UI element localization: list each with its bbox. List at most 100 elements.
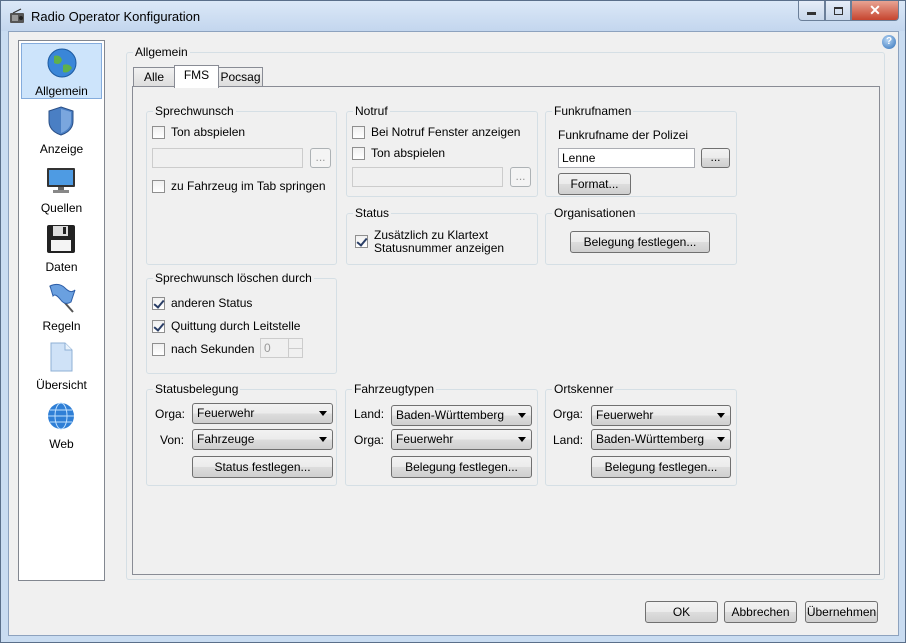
organisationen-title: Organisationen xyxy=(552,206,638,220)
checkbox-box[interactable] xyxy=(352,146,365,160)
chevron-down-icon xyxy=(518,413,526,418)
fahrzeugtypen-land-select[interactable]: Baden-Württemberg xyxy=(391,405,532,426)
land-label: Land: xyxy=(354,407,385,421)
sidebar-item-web[interactable]: Web xyxy=(21,397,102,453)
sidebar-item-label: Web xyxy=(49,437,74,451)
ortskenner-belegung-button[interactable]: Belegung festlegen... xyxy=(591,456,731,478)
ton-abspielen-checkbox[interactable]: Ton abspielen xyxy=(152,125,245,139)
sidebar-item-anzeige[interactable]: Anzeige xyxy=(21,102,102,158)
help-icon[interactable]: ? xyxy=(882,35,896,49)
close-button[interactable]: ✕ xyxy=(851,1,899,21)
config-window: Radio Operator Konfiguration ✕ ? Allgeme… xyxy=(0,0,906,643)
statusbelegung-von-select[interactable]: Fahrzeuge xyxy=(192,429,333,450)
fahrzeugtypen-orga-select[interactable]: Feuerwehr xyxy=(391,429,532,450)
statusbelegung-orga-select[interactable]: Feuerwehr xyxy=(192,403,333,424)
ok-button[interactable]: OK xyxy=(645,601,718,623)
fahrzeug-springen-checkbox[interactable]: zu Fahrzeug im Tab springen xyxy=(152,179,326,193)
tab-pocsag[interactable]: Pocsag xyxy=(218,67,263,87)
checkbox-box[interactable] xyxy=(152,319,165,333)
orga-label: Orga: xyxy=(553,407,584,421)
checkbox-box[interactable] xyxy=(152,179,165,193)
flag-icon xyxy=(49,283,76,313)
maximize-icon xyxy=(833,6,843,15)
checkbox-label: Zusätzlich zu Klartext Statusnummer anze… xyxy=(374,229,504,255)
spin-down-icon xyxy=(288,348,302,357)
document-icon xyxy=(50,342,73,372)
radio-app-icon xyxy=(10,8,24,23)
status-festlegen-button[interactable]: Status festlegen... xyxy=(192,456,333,478)
sidebar-item-label: Quellen xyxy=(40,201,83,215)
funkrufname-polizei-label: Funkrufname der Polizei xyxy=(558,128,689,142)
select-value: Feuerwehr xyxy=(596,408,654,422)
checkbox-box[interactable] xyxy=(152,342,165,356)
checkbox-box[interactable] xyxy=(152,296,165,310)
ortskenner-orga-select[interactable]: Feuerwehr xyxy=(591,405,731,426)
browse-sound-button: ... xyxy=(310,148,331,168)
quittung-checkbox[interactable]: Quittung durch Leitstelle xyxy=(152,319,300,333)
chevron-down-icon xyxy=(518,437,526,442)
window-title: Radio Operator Konfiguration xyxy=(31,9,201,24)
minimize-icon xyxy=(807,12,816,15)
chevron-down-icon xyxy=(717,437,725,442)
organisationen-belegung-button[interactable]: Belegung festlegen... xyxy=(570,231,710,253)
select-value: Feuerwehr xyxy=(197,406,255,420)
funkrufname-browse-button[interactable]: ... xyxy=(701,148,730,168)
format-button[interactable]: Format... xyxy=(558,173,631,195)
title-bar[interactable]: Radio Operator Konfiguration ✕ xyxy=(1,1,905,31)
sidebar-item-uebersicht[interactable]: Übersicht xyxy=(21,338,102,394)
maximize-button[interactable] xyxy=(825,1,851,21)
fahrzeugtypen-belegung-button[interactable]: Belegung festlegen... xyxy=(391,456,532,478)
sidebar-item-label: Regeln xyxy=(42,319,81,333)
monitor-icon xyxy=(47,168,75,193)
browse-notruf-sound-button: ... xyxy=(510,167,531,187)
funkrufname-input[interactable]: Lenne xyxy=(558,148,695,168)
spin-up-icon xyxy=(288,339,302,348)
sidebar-item-daten[interactable]: Daten xyxy=(21,220,102,276)
checkbox-label-line: Statusnummer anzeigen xyxy=(374,241,505,255)
web-globe-icon xyxy=(48,402,74,430)
ortskenner-land-select[interactable]: Baden-Württemberg xyxy=(591,429,731,450)
notruf-group: Notruf Bei Notruf Fenster anzeigen Ton a… xyxy=(346,104,538,197)
checkbox-box[interactable] xyxy=(152,125,165,139)
globe-icon xyxy=(47,48,77,78)
sidebar-item-allgemein[interactable]: Allgemein xyxy=(21,43,102,99)
shield-icon xyxy=(48,106,74,136)
sprechwunsch-title: Sprechwunsch xyxy=(153,104,236,118)
notruf-ton-checkbox[interactable]: Ton abspielen xyxy=(352,146,445,160)
client-area: ? Allgemein Anzeige Quellen Daten Regeln… xyxy=(8,31,899,636)
von-label: Von: xyxy=(160,433,185,447)
funkrufnamen-group: Funkrufnamen Funkrufname der Polizei Len… xyxy=(545,104,737,197)
loeschen-group: Sprechwunsch löschen durch anderen Statu… xyxy=(146,271,337,374)
cancel-button[interactable]: Abbrechen xyxy=(724,601,797,623)
checkbox-box[interactable] xyxy=(352,125,365,139)
apply-button[interactable]: Übernehmen xyxy=(805,601,878,623)
minimize-button[interactable] xyxy=(798,1,825,21)
funkrufnamen-title: Funkrufnamen xyxy=(552,104,634,118)
statusbelegung-group: Statusbelegung Orga: Feuerwehr Von: Fahr… xyxy=(146,382,337,486)
checkbox-label: Bei Notruf Fenster anzeigen xyxy=(371,125,521,139)
organisationen-group: Organisationen Belegung festlegen... xyxy=(545,206,737,265)
select-value: Baden-Württemberg xyxy=(396,408,505,422)
sidebar-item-label: Anzeige xyxy=(39,142,84,156)
tab-fms[interactable]: FMS xyxy=(174,65,219,88)
close-icon: ✕ xyxy=(869,2,881,18)
checkbox-box[interactable] xyxy=(355,235,368,248)
status-group: Status Zusätzlich zu Klartext Statusnumm… xyxy=(346,206,538,265)
nach-sekunden-checkbox[interactable]: nach Sekunden xyxy=(152,342,254,356)
anderen-status-checkbox[interactable]: anderen Status xyxy=(152,296,252,310)
fahrzeugtypen-title: Fahrzeugtypen xyxy=(352,382,437,396)
statusnummer-checkbox[interactable]: Zusätzlich zu Klartext Statusnummer anze… xyxy=(355,229,504,255)
sidebar-item-quellen[interactable]: Quellen xyxy=(21,161,102,217)
tab-alle[interactable]: Alle xyxy=(133,67,175,87)
sidebar-item-regeln[interactable]: Regeln xyxy=(21,279,102,335)
ortskenner-title: Ortskenner xyxy=(552,382,616,396)
fahrzeugtypen-group: Fahrzeugtypen Land: Baden-Württemberg Or… xyxy=(345,382,538,486)
notruf-fenster-checkbox[interactable]: Bei Notruf Fenster anzeigen xyxy=(352,125,520,139)
fms-tab-pane: Sprechwunsch Ton abspielen ... zu Fahrze… xyxy=(132,86,880,575)
sidebar-item-label: Allgemein xyxy=(35,84,88,98)
ortskenner-group: Ortskenner Orga: Feuerwehr Land: Baden-W… xyxy=(545,382,737,486)
allgemein-group-title: Allgemein xyxy=(133,45,190,59)
sidebar-item-label: Übersicht xyxy=(36,378,87,392)
orga-label: Orga: xyxy=(354,433,385,447)
checkbox-label: Ton abspielen xyxy=(171,125,246,139)
